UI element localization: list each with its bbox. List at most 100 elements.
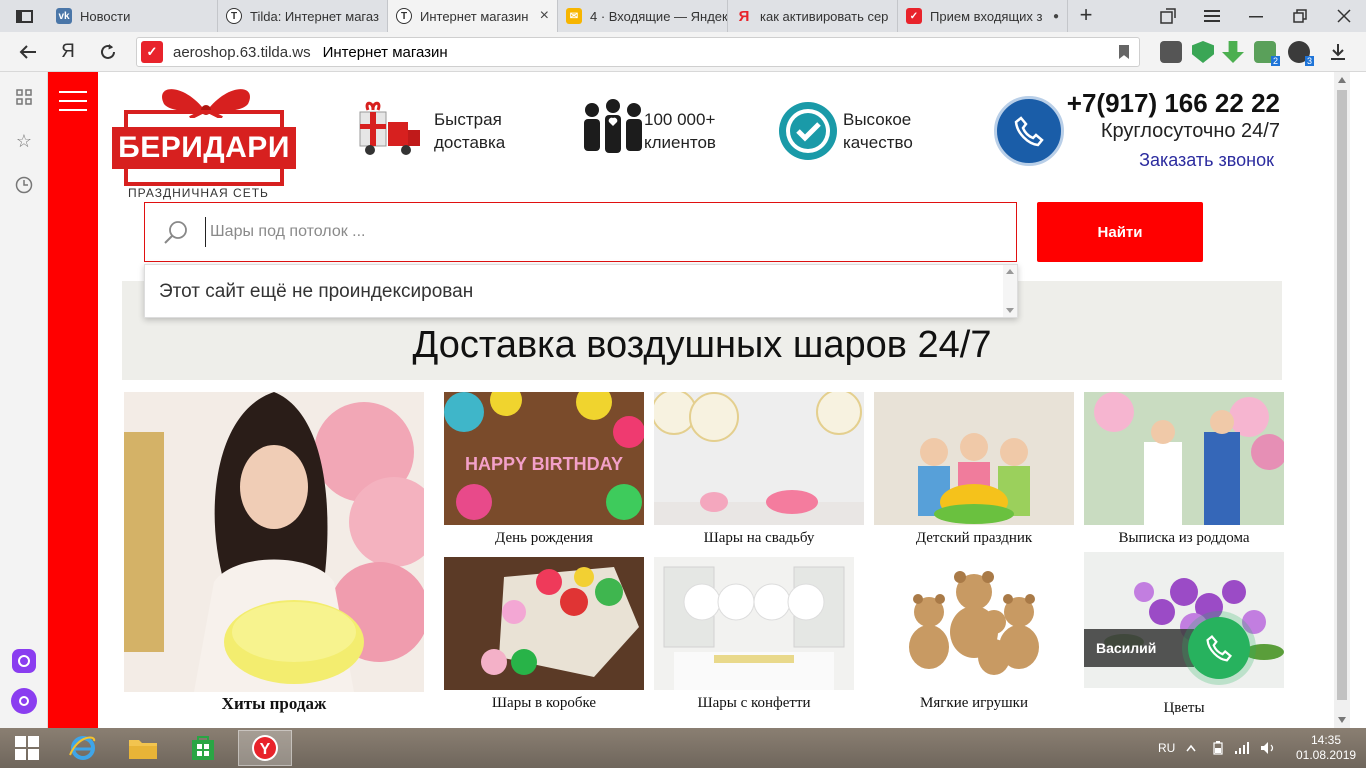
tile-discharge[interactable] [1084,392,1284,525]
new-tab-button[interactable]: + [1073,4,1099,28]
tab-tilda[interactable]: T Tilda: Интернет магаз [218,0,388,32]
page-scrollbar[interactable] [1334,72,1350,728]
tile-wedding[interactable] [654,392,864,525]
restore-icon [1293,9,1307,23]
phone-handset-icon [1206,634,1233,662]
category-caption[interactable]: Шары на свадьбу [654,530,864,547]
chat-agent-label[interactable]: Василий [1084,629,1194,667]
tile-toys[interactable] [874,557,1074,690]
url-field[interactable]: ✓ aeroshop.63.tilda.ws Интернет магазин [136,37,1140,67]
extension-cursor-icon[interactable] [1160,41,1182,63]
yandex-browser-icon: Y [252,735,278,761]
close-tab-icon[interactable]: × [534,7,549,25]
system-clock[interactable]: 14:35 01.08.2019 [1296,733,1356,763]
dropdown-scrollbar[interactable] [1003,265,1017,317]
tab-label: 4 · Входящие — Яндек [590,8,727,24]
tab-incoming[interactable]: ✓ Прием входящих з ● [898,0,1068,32]
tab-mail[interactable]: ✉ 4 · Входящие — Яндек [558,0,728,32]
burger-menu-icon[interactable] [59,91,87,111]
internet-explorer-app[interactable] [56,730,110,766]
search-input[interactable] [205,217,985,247]
tile-birthday[interactable]: HAPPY BIRTHDAY [444,392,644,525]
unsaved-dot-icon[interactable]: ● [1047,11,1059,22]
file-explorer-app[interactable] [116,730,170,766]
category-caption[interactable]: День рождения [444,530,644,547]
feature-subtitle: доставка [434,133,506,152]
family-balloons-image [1084,392,1284,525]
url-page-title: Интернет магазин [322,43,448,61]
tab-label: Новости [80,8,131,24]
flowers-bouquet-image [1084,552,1284,688]
search-button[interactable]: Найти [1037,202,1203,262]
shield-icon[interactable] [1192,41,1214,63]
download-helper-icon[interactable] [1222,41,1244,63]
phone-number[interactable]: +7(917) 166 22 22 [1060,88,1280,119]
tray-arrow-icon[interactable] [1186,728,1196,768]
battery-icon[interactable] [1210,728,1226,768]
clock-date: 01.08.2019 [1296,748,1357,762]
callback-link[interactable]: Заказать звонок [1060,150,1274,171]
reload-icon [101,44,115,59]
restore-button[interactable] [1278,0,1322,32]
windows-logo-icon [15,736,39,760]
tile-kids-party[interactable] [874,392,1074,525]
window-pin-icon [1160,8,1176,24]
back-button[interactable] [14,38,42,66]
minimize-button[interactable] [1234,0,1278,32]
arrow-left-icon [19,45,36,59]
hamburger-menu-icon [1204,10,1220,22]
history-clock-icon[interactable] [13,174,35,196]
language-indicator[interactable]: RU [1158,728,1175,768]
star-icon[interactable]: ☆ [13,130,35,152]
site-logo[interactable]: БЕРИДАРИ ПРАЗДНИЧНАЯ СЕТЬ [112,78,296,202]
feature-title: 100 000+ [644,110,716,129]
tab-manager-button[interactable] [0,0,48,32]
yandex-mail-icon: ✉ [566,8,582,24]
chat-call-button[interactable] [1188,617,1250,679]
feature-title: Быстрая [434,110,502,129]
tab-news[interactable]: vk Новости [48,0,218,32]
yandex-home-button[interactable]: Я [54,38,82,66]
no-index-message: Этот сайт ещё не проиндексирован [159,281,474,302]
tab-shop-active[interactable]: T Интернет магазин × [388,0,558,32]
grid-icon[interactable] [13,86,35,108]
alice-apps-icon[interactable] [12,649,36,673]
tile-box[interactable] [444,557,644,690]
alice-assistant-icon[interactable] [11,688,37,714]
downloads-button[interactable] [1324,38,1352,66]
volume-icon[interactable] [1260,728,1276,768]
extension-camera-icon[interactable]: 3 [1288,41,1314,66]
network-signal-icon[interactable] [1234,728,1250,768]
feature-subtitle: клиентов [644,133,716,152]
scrollbar-thumb[interactable] [1337,90,1347,700]
category-caption[interactable]: Детский праздник [874,530,1074,547]
download-icon [1331,44,1345,60]
scroll-down-arrow-icon[interactable] [1338,717,1346,723]
store-app[interactable] [176,730,230,766]
category-caption[interactable]: Шары в коробке [444,695,644,712]
yandex-browser-app[interactable]: Y [238,730,292,766]
tabs-icon [15,9,33,23]
bookmark-icon[interactable] [1119,45,1129,59]
feature-title: Высокое [843,110,912,129]
start-button[interactable] [0,730,54,766]
tile-flowers[interactable] [1084,552,1284,688]
reload-button[interactable] [94,38,122,66]
hits-image[interactable] [124,392,424,692]
wedding-balloons-image [654,392,864,525]
category-caption[interactable]: Цветы [1084,700,1284,717]
category-caption[interactable]: Выписка из роддома [1084,530,1284,547]
vk-icon: vk [56,8,72,24]
close-window-button[interactable] [1322,0,1366,32]
tab-yandex-search[interactable]: Я как активировать сер [728,0,898,32]
tile-confetti[interactable] [654,557,854,690]
folder-icon [129,740,157,759]
category-caption[interactable]: Шары с конфетти [654,695,854,712]
menu-button[interactable] [1190,0,1234,32]
hits-caption[interactable]: Хиты продаж [124,694,424,714]
extension-badge-icon[interactable]: 2 [1254,41,1280,66]
birthday-balloons-image: HAPPY BIRTHDAY [444,392,644,525]
scroll-up-arrow-icon[interactable] [1338,77,1346,83]
category-caption[interactable]: Мягкие игрушки [874,695,1074,712]
pin-window-button[interactable] [1146,0,1190,32]
